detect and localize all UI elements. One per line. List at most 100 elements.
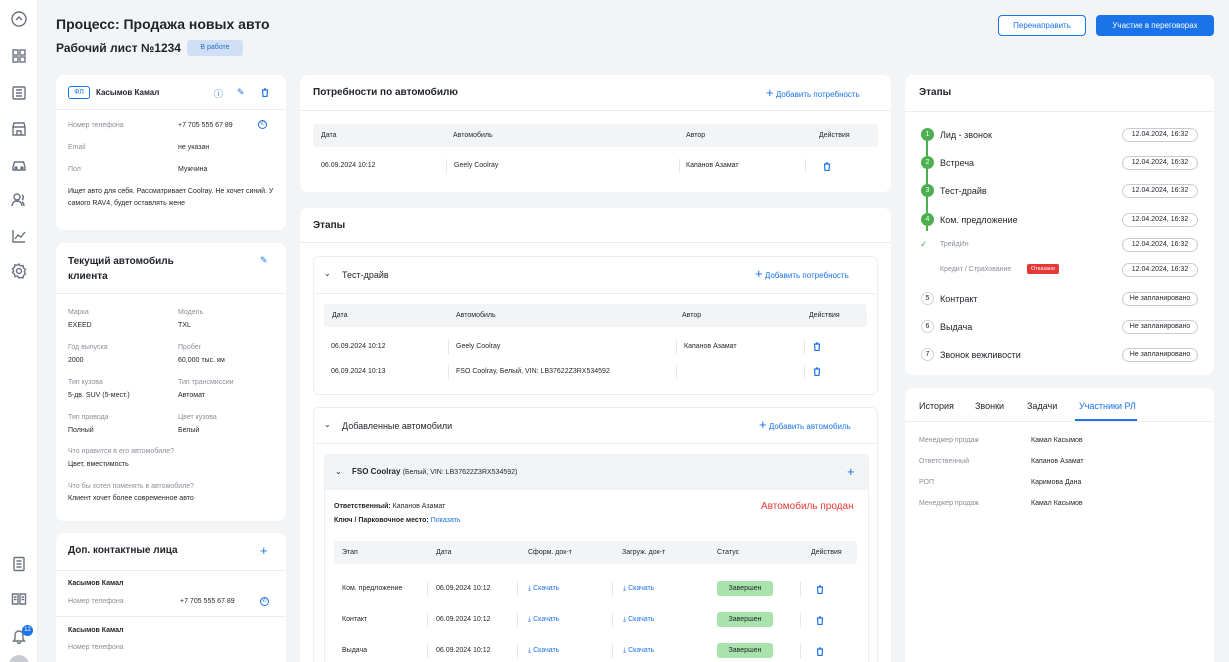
step-date-chip[interactable]: Не запланировано xyxy=(1122,320,1198,334)
participant-name: Камал Касымов xyxy=(1031,500,1083,507)
step-date-chip[interactable]: Не запланировано xyxy=(1122,348,1198,362)
delete-trash-icon[interactable] xyxy=(823,162,831,172)
dashboard-gauge-icon[interactable] xyxy=(11,11,27,27)
email-label: Email xyxy=(68,144,86,151)
step-date-chip[interactable]: 12.04.2024, 16:32 xyxy=(1122,128,1198,142)
download-link[interactable]: ⤓ Скачать xyxy=(623,647,654,655)
plus-icon: + xyxy=(766,85,774,100)
edit-pencil-icon[interactable]: ✎ xyxy=(260,255,268,266)
contact-phone-label: Номер телефона xyxy=(68,598,124,605)
user-avatar[interactable] xyxy=(9,655,29,662)
tab-history[interactable]: История xyxy=(919,401,954,411)
table-cell-date: 06.09.2024 10:12 xyxy=(321,162,376,169)
document-icon[interactable] xyxy=(11,556,27,572)
step-date-chip[interactable]: 12.04.2024, 16:32 xyxy=(1122,213,1198,227)
step-date-chip[interactable]: 12.04.2024, 16:32 xyxy=(1122,156,1198,170)
car-field-label: Пробег xyxy=(178,344,202,351)
contacts-title: Доп. контактные лица xyxy=(68,545,178,556)
step-label: Ком. предложение xyxy=(940,215,1018,225)
car-icon[interactable] xyxy=(11,157,27,173)
show-key-link[interactable]: Показать xyxy=(431,517,461,524)
participant-role: Менеджер продаж xyxy=(919,437,979,444)
table-cell-author: Капанов Азамат xyxy=(686,162,739,169)
current-car-card: Текущий автомобиль клиента ✎ Что нравитс… xyxy=(56,243,286,521)
tab-calls[interactable]: Звонки xyxy=(975,401,1004,411)
add-contact-plus-icon[interactable]: + xyxy=(260,544,268,557)
contact-name: Касымов Камал xyxy=(68,580,124,587)
download-link[interactable]: ⤓ Скачать xyxy=(623,616,654,624)
gender-label: Пол xyxy=(68,166,81,173)
car-field-value: EXEED xyxy=(68,322,92,329)
change-label: Что бы хотел поменять в автомобиле? xyxy=(68,483,195,490)
participant-name: Капанов Азамат xyxy=(1031,458,1084,465)
step-date-chip[interactable]: Не запланировано xyxy=(1122,292,1198,306)
client-note: Ищет авто для себя. Рассматривает Coolra… xyxy=(68,188,274,207)
add-need-button[interactable]: + Добавить потребность xyxy=(766,85,860,100)
car-title: FSO Coolray (Белый, VIN: LB37622Z3RX5345… xyxy=(352,467,518,476)
chart-icon[interactable] xyxy=(11,228,27,244)
client-type-badge: ФЛ xyxy=(68,86,90,99)
delete-trash-icon[interactable] xyxy=(261,88,269,98)
car-stages-table-header: Этап Дата Сформ. док-т Загруж. док-т Ста… xyxy=(334,541,857,564)
add-plus-icon[interactable]: + xyxy=(847,465,855,478)
book-icon[interactable] xyxy=(11,591,27,607)
step-label: Звонок вежливости xyxy=(940,350,1021,360)
negotiation-button[interactable]: Участие в переговорах xyxy=(1096,15,1214,36)
step-date-chip[interactable]: 12.04.2024, 16:32 xyxy=(1122,238,1198,252)
step-date-chip[interactable]: 12.04.2024, 16:32 xyxy=(1122,263,1198,277)
download-icon: ⤓ xyxy=(623,585,627,592)
step-done-dot: 3 xyxy=(921,184,934,197)
tab-participants[interactable]: Участники РЛ xyxy=(1079,401,1136,411)
nav-rail: 12 xyxy=(0,0,38,662)
add-car-button[interactable]: + Добавить автомобиль xyxy=(759,417,851,432)
delete-trash-icon[interactable] xyxy=(813,342,821,352)
plus-icon: + xyxy=(759,417,767,432)
delete-trash-icon[interactable] xyxy=(813,367,821,377)
step-label: Встреча xyxy=(940,158,975,168)
notification-count-badge: 12 xyxy=(22,625,33,636)
delete-trash-icon[interactable] xyxy=(816,647,824,657)
grid-icon[interactable] xyxy=(11,48,27,64)
download-link[interactable]: ⤓ Скачать xyxy=(528,585,559,593)
responsible-line: Ответственный: Капанов Азамат xyxy=(334,503,446,510)
whatsapp-icon[interactable]: ✆ xyxy=(260,597,269,606)
list-icon[interactable] xyxy=(11,85,27,101)
table-cell-author: Капанов Азамат xyxy=(684,343,737,350)
client-card: ФЛ Касымов Камал ⓘ ✎ Номер телефона +7 7… xyxy=(56,75,286,230)
step-done-dot: 2 xyxy=(921,156,934,169)
table-cell-date: 06.09.2024 10:12 xyxy=(436,616,491,623)
users-icon[interactable] xyxy=(11,192,27,208)
contacts-card: Доп. контактные лица + Касымов Камал Ном… xyxy=(56,533,286,662)
add-need-button[interactable]: + Добавить потребность xyxy=(755,266,849,281)
settings-gear-icon[interactable] xyxy=(11,263,27,279)
download-link[interactable]: ⤓ Скачать xyxy=(623,585,654,593)
redirect-button[interactable]: Перенаправить xyxy=(998,15,1086,36)
chevron-down-icon[interactable]: ⌄ xyxy=(335,467,342,476)
edit-pencil-icon[interactable]: ✎ xyxy=(237,87,245,98)
step-label: Контракт xyxy=(940,294,978,304)
store-icon[interactable] xyxy=(11,121,27,137)
delete-trash-icon[interactable] xyxy=(816,616,824,626)
participant-role: Ответственный xyxy=(919,458,969,465)
delete-trash-icon[interactable] xyxy=(816,585,824,595)
chevron-down-icon[interactable]: ⌄ xyxy=(324,420,331,429)
tab-tasks[interactable]: Задачи xyxy=(1027,401,1057,411)
needs-title: Потребности по автомобилю xyxy=(313,87,458,98)
sub-step-label: Кредит / Страхование xyxy=(940,266,1012,273)
rejected-badge: Отказано xyxy=(1027,264,1059,274)
testdrive-title: Тест-драйв xyxy=(342,270,389,280)
email-value: не указан xyxy=(178,144,210,151)
car-field-value: TXL xyxy=(178,322,191,329)
status-badge: В работе xyxy=(187,40,243,56)
info-icon[interactable]: ⓘ xyxy=(214,87,223,100)
car-field-value: 60,000 тыс. км xyxy=(178,357,225,364)
plus-icon: + xyxy=(755,266,763,281)
download-link[interactable]: ⤓ Скачать xyxy=(528,616,559,624)
likes-label: Что нравится в его автомобиле? xyxy=(68,448,175,455)
step-date-chip[interactable]: 12.04.2024, 16:32 xyxy=(1122,184,1198,198)
download-link[interactable]: ⤓ Скачать xyxy=(528,647,559,655)
step-label: Тест-драйв xyxy=(940,186,987,196)
chevron-down-icon[interactable]: ⌄ xyxy=(324,269,331,278)
table-cell-stage: Контакт xyxy=(342,616,368,623)
whatsapp-icon[interactable]: ✆ xyxy=(258,120,267,129)
